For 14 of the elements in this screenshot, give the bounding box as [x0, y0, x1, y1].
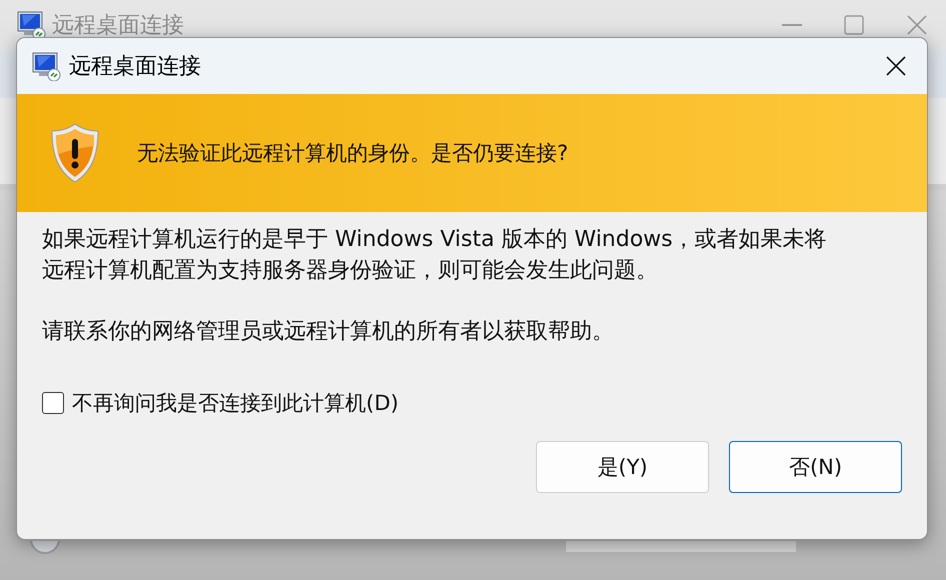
maximize-icon[interactable] [844, 15, 864, 35]
checkbox-label[interactable]: 不再询问我是否连接到此计算机(D) [72, 389, 399, 417]
message-text: 如果远程计算机运行的是早于 Windows Vista 版本的 Windows，或者如果未将远程计算机配置为支持服务器身份验证，则可能会发生此问题。 [42, 226, 828, 285]
dialog-title: 远程桌面连接 [69, 53, 202, 81]
close-icon[interactable] [885, 55, 907, 77]
warning-shield-icon [49, 122, 101, 184]
dialog-button[interactable]: 是(Y) [536, 441, 709, 493]
minimize-icon[interactable] [782, 23, 802, 27]
message-text: 请联系你的网络管理员或远程计算机的所有者以获取帮助。 [42, 318, 615, 346]
computer-icon [31, 51, 61, 81]
window-title: 远程桌面连接 [52, 12, 185, 40]
checkbox[interactable] [42, 392, 64, 414]
warning-message: 无法验证此远程计算机的身份。是否仍要连接? [137, 140, 568, 167]
dialog-button[interactable]: 否(N) [729, 441, 902, 493]
